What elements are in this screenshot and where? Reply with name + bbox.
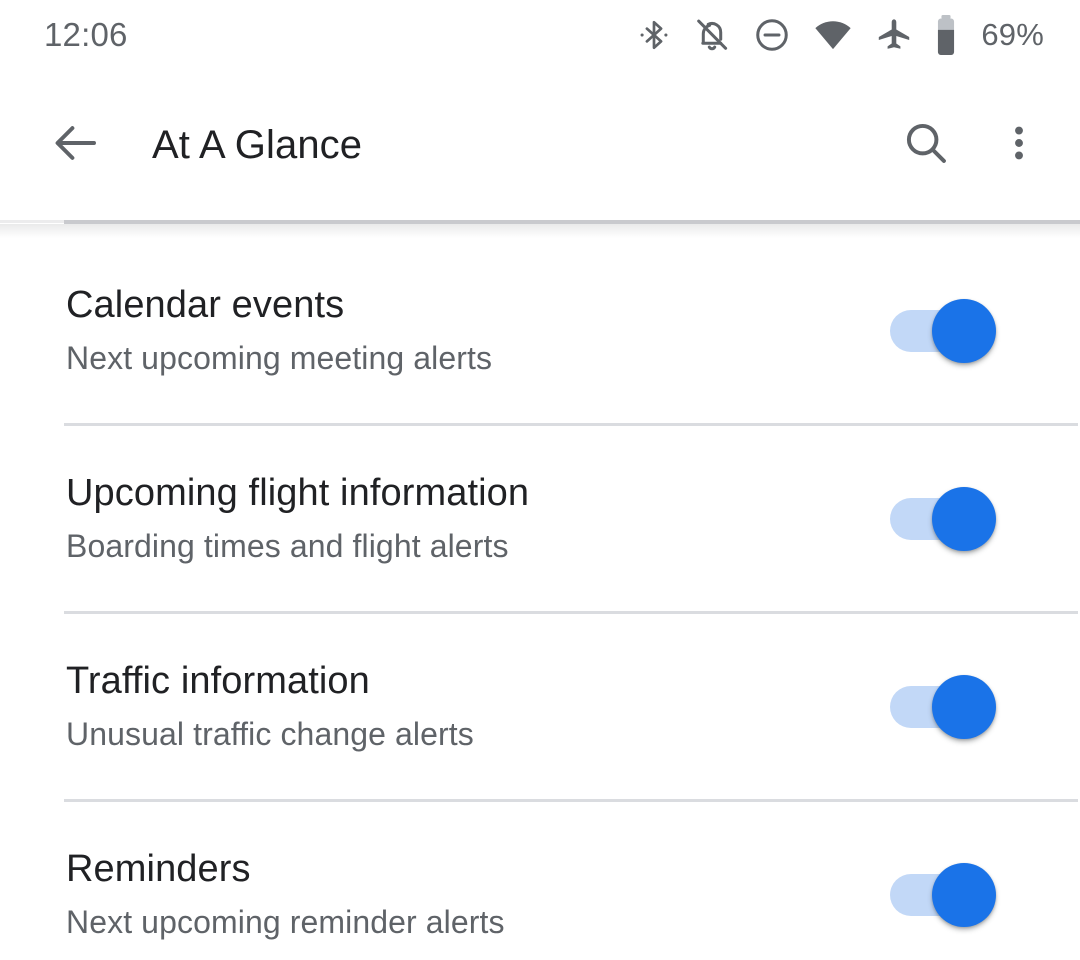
list-item[interactable]: Upcoming flight information Boarding tim… (0, 426, 1080, 611)
battery-percent-label: 69% (981, 17, 1044, 52)
app-toolbar: At A Glance (0, 70, 1080, 220)
list-item[interactable]: Reminders Next upcoming reminder alerts (0, 802, 1080, 960)
list-item-summary: Next upcoming meeting alerts (66, 339, 493, 376)
list-item[interactable]: Calendar events Next upcoming meeting al… (0, 238, 1080, 423)
list-item-title: Upcoming flight information (66, 472, 530, 515)
status-bar-clock: 12:06 (44, 16, 128, 53)
toggle-switch-calendar-events[interactable] (890, 238, 1080, 423)
status-bar-icons: 69% (637, 14, 1044, 56)
list-item-text: Calendar events Next upcoming meeting al… (66, 284, 890, 376)
switch-thumb (932, 298, 996, 363)
toggle-switch-upcoming-flight-information[interactable] (890, 426, 1080, 611)
list-item-title: Calendar events (66, 284, 345, 327)
search-button[interactable] (878, 97, 974, 193)
do-not-disturb-icon (753, 15, 791, 55)
list-item-summary: Unusual traffic change alerts (66, 715, 474, 752)
toolbar-divider (0, 220, 1080, 224)
toggle-switch-reminders[interactable] (890, 802, 1080, 960)
list-item-text: Upcoming flight information Boarding tim… (66, 472, 890, 564)
search-icon (901, 118, 951, 173)
list-item-title: Reminders (66, 848, 251, 891)
toggle-switch-traffic-information[interactable] (890, 614, 1080, 799)
arrow-left-icon (49, 116, 103, 175)
toolbar-shadow (0, 224, 1080, 238)
list-item-summary: Boarding times and flight alerts (66, 527, 509, 564)
switch-thumb (932, 862, 996, 927)
list-item-title: Traffic information (66, 660, 370, 703)
page-title: At A Glance (152, 122, 363, 167)
wifi-icon (813, 15, 853, 55)
bluetooth-icon (637, 15, 671, 55)
more-vert-icon (997, 118, 1041, 173)
list-item-summary: Next upcoming reminder alerts (66, 903, 505, 940)
back-button[interactable] (28, 97, 124, 193)
notifications-off-icon (693, 15, 731, 55)
switch-thumb (932, 486, 996, 551)
battery-icon (935, 14, 957, 56)
airplane-mode-icon (875, 15, 913, 55)
switch-thumb (932, 674, 996, 739)
list-item[interactable]: Traffic information Unusual traffic chan… (0, 614, 1080, 799)
settings-list: Calendar events Next upcoming meeting al… (0, 238, 1080, 960)
overflow-menu-button[interactable] (974, 97, 1064, 193)
list-item-text: Reminders Next upcoming reminder alerts (66, 848, 890, 940)
status-bar: 12:06 69% (0, 0, 1080, 70)
toolbar-actions (878, 97, 1080, 193)
list-item-text: Traffic information Unusual traffic chan… (66, 660, 890, 752)
